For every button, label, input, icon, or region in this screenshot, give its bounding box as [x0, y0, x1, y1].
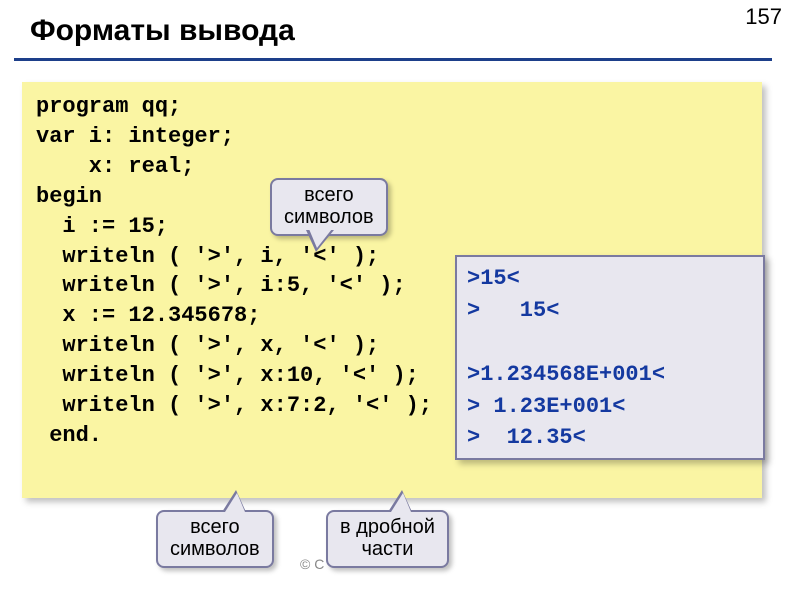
callout-bubble: всего символов — [270, 178, 388, 236]
callout-total-chars-top: всего символов — [270, 178, 388, 236]
output-text: >15< > 15< >1.234568E+001< > 1.23E+001< … — [467, 263, 753, 454]
output-block: >15< > 15< >1.234568E+001< > 1.23E+001< … — [455, 255, 765, 460]
callout-total-chars-bottom: всего символов — [156, 510, 274, 568]
callout-decimal-part: в дробной части — [326, 510, 449, 568]
callout-tail-up-icon — [222, 490, 246, 512]
footer-copyright: © C — [300, 556, 324, 572]
title-underline — [14, 58, 772, 61]
callout-bubble: всего символов — [156, 510, 274, 568]
slide-title: Форматы вывода — [30, 14, 295, 48]
page-number: 157 — [745, 4, 782, 30]
callout-tail-down-icon — [306, 230, 334, 252]
callout-bubble: в дробной части — [326, 510, 449, 568]
callout-tail-up-icon — [388, 490, 412, 512]
